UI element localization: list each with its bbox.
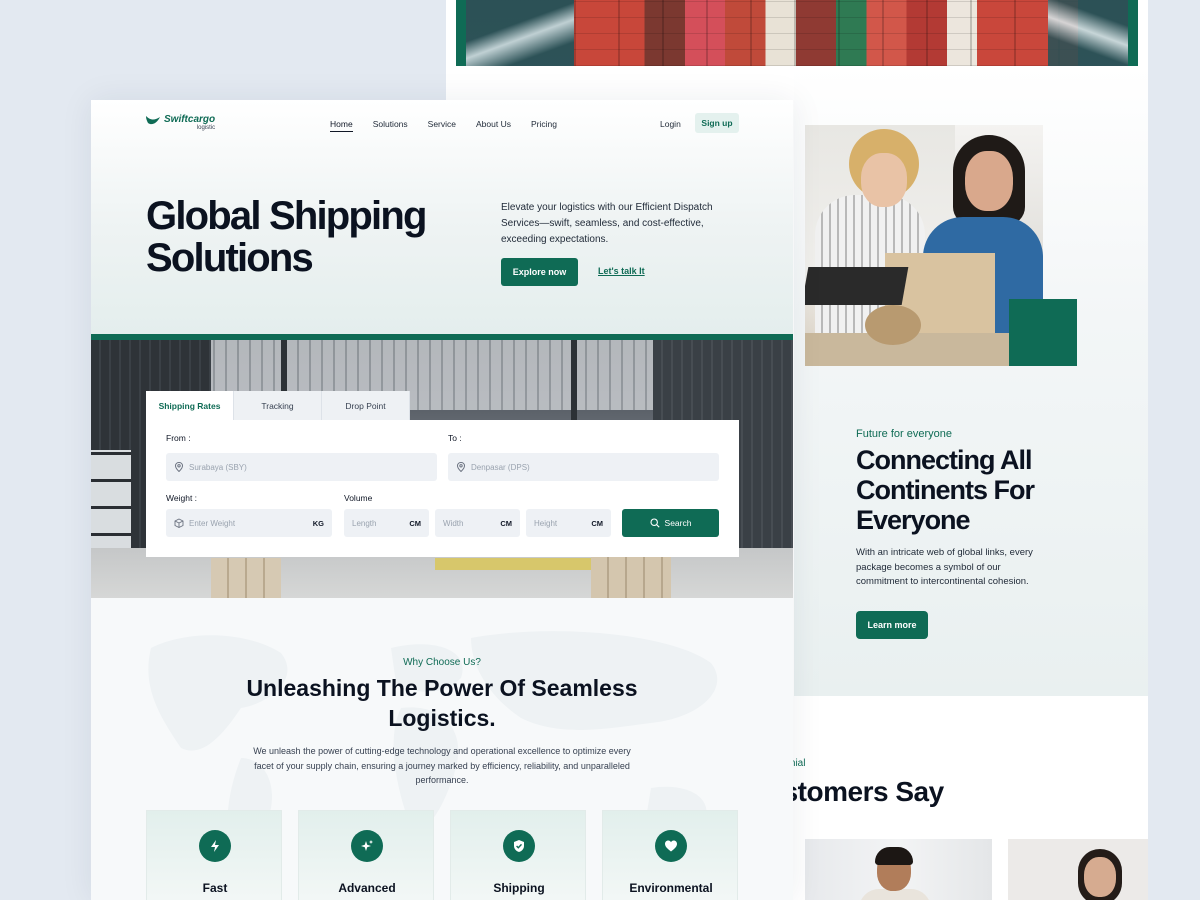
- search-button[interactable]: Search: [622, 509, 719, 537]
- feature-card[interactable]: Environmental: [602, 810, 738, 900]
- explore-now-button[interactable]: Explore now: [501, 258, 578, 286]
- weight-unit: KG: [312, 518, 324, 528]
- length-placeholder: Length: [352, 518, 377, 528]
- package-icon: [174, 518, 184, 528]
- top-navbar: Swiftcargo logistic Home Solutions Servi…: [91, 100, 793, 146]
- from-label: From :: [166, 433, 191, 443]
- signup-button[interactable]: Sign up: [695, 113, 739, 133]
- brand-subtitle: logistic: [196, 125, 216, 131]
- why-eyebrow: Why Choose Us?: [403, 657, 481, 668]
- shipping-tabs: Shipping Rates Tracking Drop Point: [146, 391, 410, 420]
- nav-link-home[interactable]: Home: [330, 119, 353, 132]
- from-field[interactable]: Surabaya (SBY): [166, 453, 437, 481]
- feature-label: Shipping: [493, 881, 545, 895]
- width-placeholder: Width: [443, 518, 464, 528]
- hero-title: Global Shipping Solutions: [146, 194, 427, 280]
- weight-field[interactable]: Enter Weight KG: [166, 509, 332, 537]
- to-label: To :: [448, 433, 462, 443]
- lets-talk-link[interactable]: Let's talk It: [598, 266, 645, 276]
- location-pin-icon: [174, 462, 184, 472]
- weight-label: Weight :: [166, 493, 198, 503]
- connect-description: With an intricate web of global links, e…: [856, 547, 1033, 587]
- height-placeholder: Height: [534, 518, 558, 528]
- tab-shipping-rates[interactable]: Shipping Rates: [146, 391, 234, 420]
- tab-drop-point[interactable]: Drop Point: [322, 391, 410, 420]
- nav-link-about-us[interactable]: About Us: [476, 119, 511, 132]
- location-pin-icon: [456, 462, 466, 472]
- to-field[interactable]: Denpasar (DPS): [448, 453, 719, 481]
- nav-link-pricing[interactable]: Pricing: [531, 119, 557, 132]
- heart-icon: [665, 840, 677, 852]
- nav-link-solutions[interactable]: Solutions: [373, 119, 408, 132]
- feature-label: Advanced: [338, 881, 396, 895]
- length-unit: CM: [409, 518, 421, 528]
- shield-check-icon: [514, 840, 524, 852]
- connect-eyebrow: Future for everyone: [856, 428, 952, 440]
- hero-description: Elevate your logistics with our Efficien…: [501, 202, 713, 245]
- connect-title: Connecting All Continents For Everyone: [856, 445, 1035, 535]
- sparkle-icon: [361, 840, 373, 851]
- tab-tracking[interactable]: Tracking: [234, 391, 322, 420]
- feature-label: Fast: [202, 881, 228, 895]
- feature-card[interactable]: Shipping: [450, 810, 586, 900]
- height-field[interactable]: Height CM: [526, 509, 611, 537]
- why-choose-us-section: Why Choose Us? Unleashing The Power Of S…: [91, 598, 793, 900]
- team-packing-photo: [805, 125, 1043, 366]
- customer-photo: [805, 839, 992, 900]
- search-button-label: Search: [664, 518, 692, 528]
- landing-page-card: Swiftcargo logistic Home Solutions Servi…: [91, 100, 793, 900]
- decorative-green-square: [1009, 299, 1077, 366]
- learn-more-button[interactable]: Learn more: [856, 611, 928, 639]
- brand-logo[interactable]: Swiftcargo logistic: [146, 114, 215, 132]
- height-unit: CM: [591, 518, 603, 528]
- bolt-icon: [211, 840, 219, 852]
- search-icon: [649, 518, 660, 528]
- brand-name: Swiftcargo: [164, 114, 216, 125]
- to-placeholder: Denpasar (DPS): [471, 462, 530, 472]
- login-link[interactable]: Login: [660, 119, 681, 129]
- volume-label: Volume: [344, 493, 373, 503]
- hero-section: Swiftcargo logistic Home Solutions Servi…: [91, 100, 793, 334]
- nav-link-service[interactable]: Service: [428, 119, 456, 132]
- why-title: Unleashing The Power Of Seamless Logisti…: [246, 675, 638, 731]
- feature-card[interactable]: Advanced: [298, 810, 434, 900]
- feature-label: Environmental: [629, 881, 713, 895]
- shipping-rate-form: From : Surabaya (SBY) To : Denpasar (DPS…: [146, 420, 739, 557]
- from-placeholder: Surabaya (SBY): [189, 462, 247, 472]
- width-field[interactable]: Width CM: [435, 509, 520, 537]
- feature-card[interactable]: Fast: [146, 810, 282, 900]
- nav-links: Home Solutions Service About Us Pricing: [330, 119, 577, 132]
- length-field[interactable]: Length CM: [344, 509, 429, 537]
- customer-photo: [1008, 839, 1148, 900]
- cargo-ship-photo: [456, 0, 1138, 66]
- weight-placeholder: Enter Weight: [189, 518, 236, 528]
- why-description: We unleash the power of cutting-edge tec…: [253, 746, 631, 785]
- swift-bird-icon: [146, 116, 160, 125]
- width-unit: CM: [500, 518, 512, 528]
